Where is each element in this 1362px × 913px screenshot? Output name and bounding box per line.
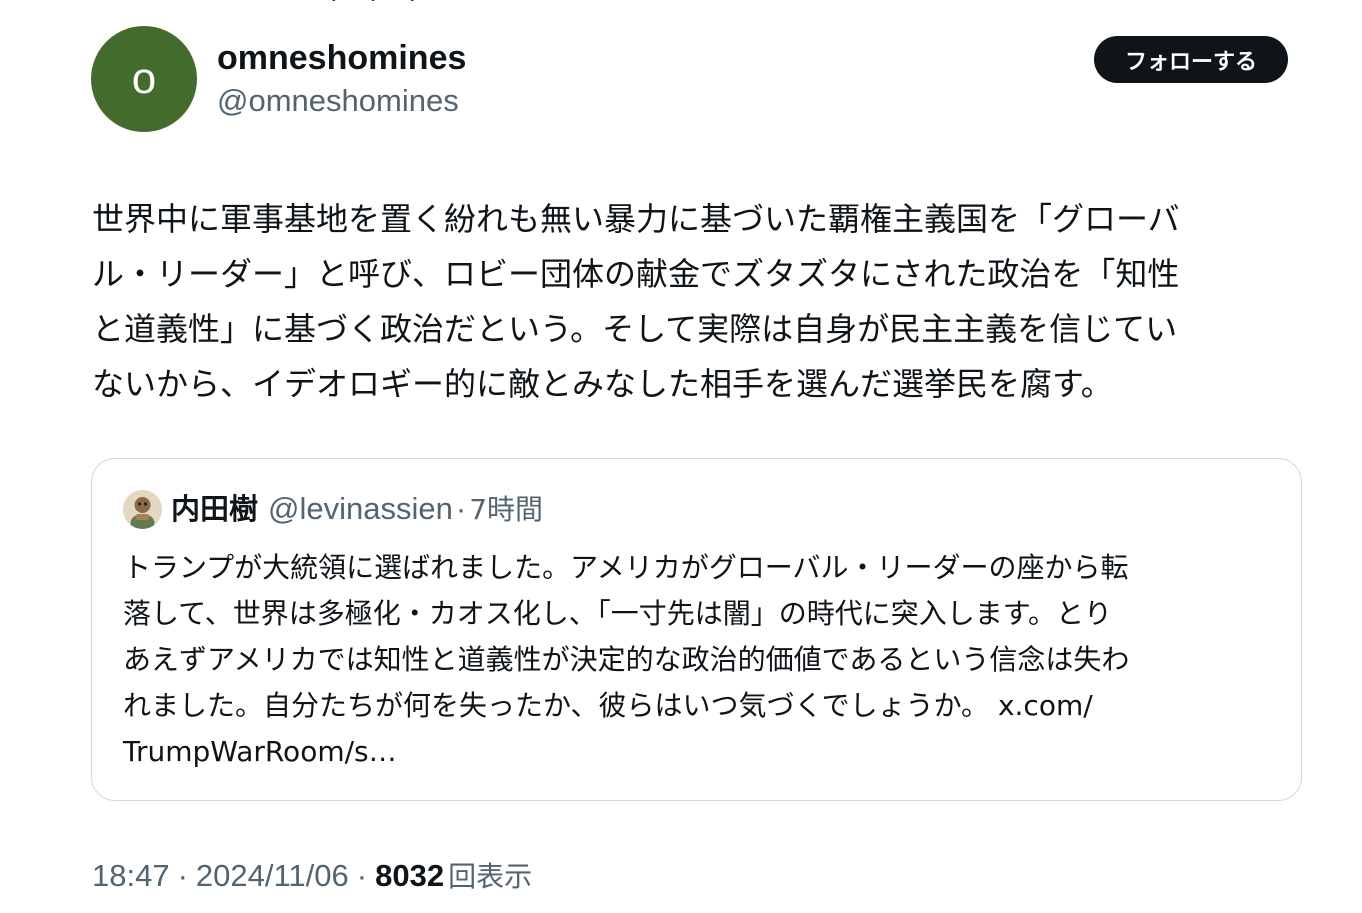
- header-separator: ·: [455, 491, 467, 526]
- meta-separator: ·: [177, 858, 188, 893]
- previous-content-edge: · · ·: [330, 0, 550, 4]
- tweet-text: 世界中に軍事基地を置く紛れも無い暴力に基づいた覇権主義国を「グローバ ル・リーダ…: [92, 200, 1180, 403]
- tweet-time[interactable]: 18:47: [92, 856, 170, 896]
- quoted-tweet-header: 内田樹 @levinassien · 7時間: [171, 489, 543, 530]
- author-handle[interactable]: @omneshomines: [217, 82, 459, 120]
- quoted-tweet-card[interactable]: 内田樹 @levinassien · 7時間 トランプが大統領に選ばれました。ア…: [91, 458, 1302, 801]
- view-count: 8032: [375, 858, 445, 893]
- quoted-author-name[interactable]: 内田樹: [171, 489, 258, 529]
- meta-separator: ·: [356, 858, 368, 893]
- follow-button[interactable]: フォローする: [1094, 36, 1288, 83]
- quoted-tweet-time[interactable]: 7時間: [469, 490, 543, 530]
- author-display-name[interactable]: omneshomines: [217, 38, 466, 78]
- user-avatar-icon[interactable]: [123, 490, 162, 529]
- tweet-date[interactable]: 2024/11/06: [196, 856, 349, 896]
- quoted-tweet-body: トランプが大統領に選ばれました。アメリカがグローバル・リーダーの座から転 落して…: [123, 551, 1130, 722]
- tweet-metadata: 18:47 · 2024/11/06 · 8032 回表示: [92, 856, 532, 897]
- avatar-letter: o: [131, 54, 157, 103]
- quoted-author-handle[interactable]: @levinassien: [268, 489, 453, 529]
- author-avatar[interactable]: o: [91, 26, 197, 132]
- quoted-tweet-text: トランプが大統領に選ばれました。アメリカがグローバル・リーダーの座から転 落して…: [123, 545, 1273, 775]
- view-count-label: 回表示: [448, 860, 533, 893]
